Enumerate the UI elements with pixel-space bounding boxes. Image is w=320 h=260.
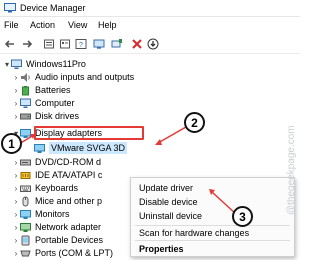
list-button[interactable] <box>58 37 72 51</box>
menu-separator <box>135 225 290 226</box>
tree-root[interactable]: ▾ Windows11Pro <box>3 58 86 70</box>
computer-icon <box>11 59 22 69</box>
chevron-right-icon[interactable]: › <box>12 234 20 246</box>
display-adapter-icon <box>34 143 45 153</box>
help-icon: ? <box>75 39 87 49</box>
forward-arrow-icon <box>23 40 33 48</box>
chevron-right-icon[interactable]: › <box>12 156 20 168</box>
help-button[interactable]: ? <box>74 37 88 51</box>
uninstall-icon <box>132 39 142 49</box>
dvd-drive-icon <box>20 159 31 165</box>
chevron-right-icon[interactable]: › <box>12 71 20 83</box>
chevron-right-icon[interactable]: › <box>12 84 20 96</box>
menu-item-properties[interactable]: Properties <box>139 244 184 254</box>
monitor-icon <box>20 209 31 219</box>
chevron-right-icon[interactable]: › <box>12 97 20 109</box>
watermark: @thegeekpage.com <box>286 125 297 215</box>
port-icon <box>20 250 31 256</box>
step-badge-3: 3 <box>232 206 253 227</box>
ide-controller-icon <box>20 171 31 179</box>
scan-icon <box>147 38 159 50</box>
back-button[interactable] <box>3 37 17 51</box>
driver-icon <box>60 39 70 49</box>
arrow-2-head <box>155 139 162 145</box>
tree-item-batteries[interactable]: › Batteries <box>12 84 71 96</box>
tree-item-label: Disk drives <box>35 111 80 121</box>
menu-item-disable-device[interactable]: Disable device <box>139 197 198 207</box>
computer-icon <box>20 98 31 108</box>
tree-item-label: Audio inputs and outputs <box>35 72 135 82</box>
menu-item-uninstall-device[interactable]: Uninstall device <box>139 211 202 221</box>
properties-button[interactable] <box>42 37 56 51</box>
step-badge-2: 2 <box>184 112 205 133</box>
display-adapters-highlight <box>34 126 144 140</box>
tree-item-dvd[interactable]: › DVD/CD-ROM d <box>12 156 101 168</box>
toolbar: ? <box>0 34 300 54</box>
tree-item-network[interactable]: › Network adapter <box>12 221 101 233</box>
back-arrow-icon <box>4 40 14 48</box>
title-bar: Device Manager <box>0 0 300 17</box>
window-title: Device Manager <box>20 3 86 13</box>
chevron-right-icon[interactable]: › <box>12 110 20 122</box>
device-manager-icon <box>4 3 16 13</box>
tree-item-monitors[interactable]: › Monitors <box>12 208 70 220</box>
tree-item-label: VMware SVGA 3D <box>49 142 128 154</box>
menu-separator <box>135 240 290 241</box>
chevron-down-icon[interactable]: ▾ <box>3 58 11 70</box>
tree-root-label: Windows11Pro <box>26 59 86 69</box>
portable-device-icon <box>21 235 30 245</box>
tree-item-label: Network adapter <box>35 222 102 232</box>
tree-item-audio[interactable]: › Audio inputs and outputs <box>12 71 134 83</box>
tree-item-label: Batteries <box>35 85 71 95</box>
tree-item-label: Portable Devices <box>35 235 104 245</box>
tree-item-label: Ports (COM & LPT) <box>35 248 114 258</box>
properties-icon <box>44 39 54 49</box>
step-badge-1: 1 <box>1 133 22 154</box>
display-adapter-icon <box>20 128 31 138</box>
update-driver-icon <box>111 39 122 48</box>
tree-item-computer[interactable]: › Computer <box>12 97 75 109</box>
svg-text:?: ? <box>79 42 83 49</box>
uninstall-button[interactable] <box>130 37 144 51</box>
menu-item-update-driver[interactable]: Update driver <box>139 183 193 193</box>
tree-item-label: DVD/CD-ROM d <box>35 157 102 167</box>
tree-item-ports[interactable]: › Ports (COM & LPT) <box>12 247 113 259</box>
chevron-right-icon[interactable]: › <box>12 208 20 220</box>
battery-icon <box>22 85 29 95</box>
tree-item-label: Mice and other p <box>35 196 103 206</box>
tree-item-label: Computer <box>35 98 75 108</box>
tree-item-label: Keyboards <box>35 183 79 193</box>
tree-item-disk[interactable]: › Disk drives <box>12 110 79 122</box>
monitor-icon <box>93 39 105 49</box>
menu-file[interactable]: File <box>4 20 19 30</box>
menu-view[interactable]: View <box>68 20 87 30</box>
disk-drive-icon <box>20 113 31 119</box>
context-menu: Update driver Disable device Uninstall d… <box>130 177 295 257</box>
menu-action[interactable]: Action <box>30 20 55 30</box>
network-adapter-icon <box>20 222 31 232</box>
chevron-right-icon[interactable]: › <box>12 182 20 194</box>
forward-button[interactable] <box>20 37 34 51</box>
menu-item-scan-hardware[interactable]: Scan for hardware changes <box>139 228 249 238</box>
tree-item-label: Monitors <box>35 209 70 219</box>
update-driver-button[interactable] <box>110 37 124 51</box>
chevron-right-icon[interactable]: › <box>12 221 20 233</box>
chevron-right-icon[interactable]: › <box>12 169 20 181</box>
tree-item-label: IDE ATA/ATAPI c <box>35 170 103 180</box>
speaker-icon <box>21 72 30 82</box>
menu-bar: File Action View Help <box>0 18 300 32</box>
chevron-right-icon[interactable]: › <box>12 195 20 207</box>
menu-help[interactable]: Help <box>98 20 117 30</box>
scan-button[interactable] <box>146 37 160 51</box>
mouse-icon <box>22 196 29 206</box>
arrow-2 <box>157 126 187 144</box>
tree-item-keyboards[interactable]: › Keyboards <box>12 182 78 194</box>
tree-item-ide[interactable]: › IDE ATA/ATAPI c <box>12 169 103 181</box>
tree-item-mice[interactable]: › Mice and other p <box>12 195 102 207</box>
keyboard-icon <box>20 185 31 192</box>
tree-item-portable[interactable]: › Portable Devices <box>12 234 103 246</box>
chevron-right-icon[interactable]: › <box>12 247 20 259</box>
tree-item-vmware-svga[interactable]: VMware SVGA 3D <box>34 142 128 154</box>
view-button[interactable] <box>92 37 106 51</box>
